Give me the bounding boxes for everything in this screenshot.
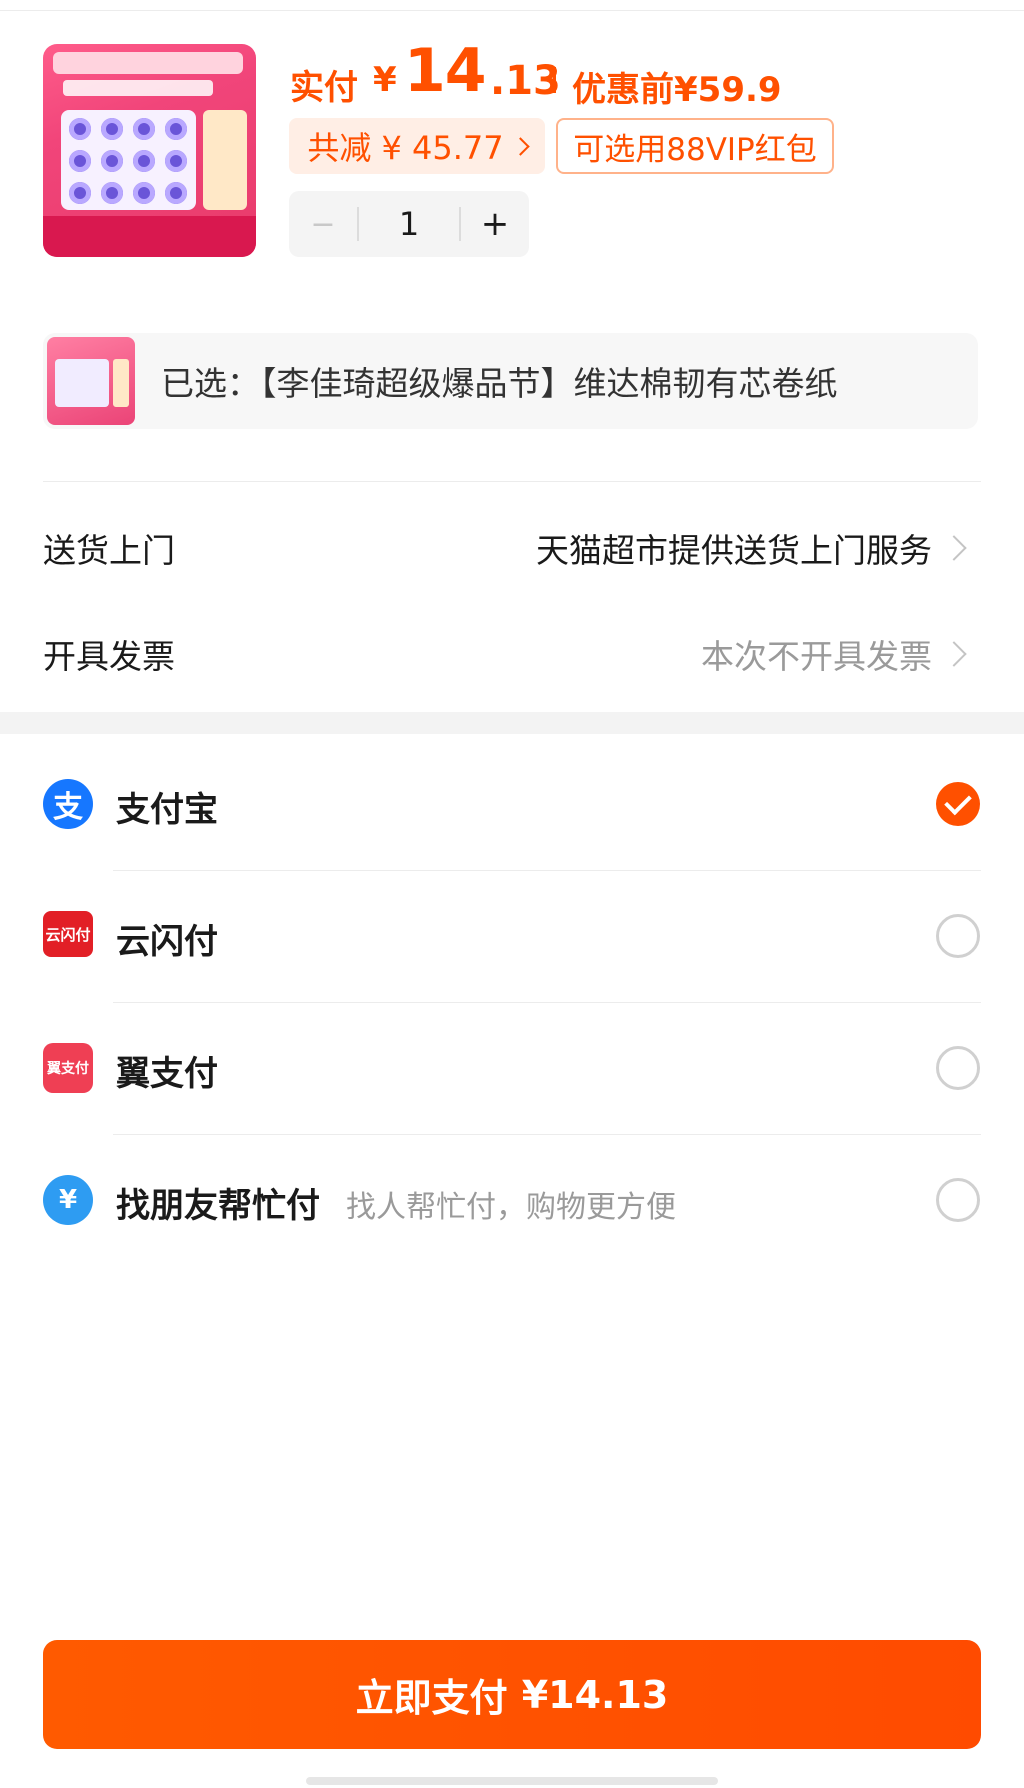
roll-icon (69, 118, 91, 140)
radio-unselected[interactable] (936, 914, 980, 958)
home-indicator (306, 1777, 718, 1785)
section-band (0, 712, 1024, 734)
thumbnail-side-panel (203, 110, 247, 210)
decrement-button[interactable]: − (289, 191, 357, 257)
payment-divider (113, 870, 981, 871)
chevron-right-icon (941, 641, 967, 667)
payment-name: 找朋友帮忙付 (116, 1186, 320, 1226)
payment-name: 支付宝 (116, 790, 218, 830)
delivery-value: 天猫超市提供送货上门服务 (536, 531, 932, 570)
roll-icon (133, 182, 155, 204)
roll-icon (165, 182, 187, 204)
payment-name: 翼支付 (116, 1054, 218, 1094)
selected-variant-text: 已选：【李佳琦超级爆品节】维达棉韧有芯卷纸 (161, 364, 838, 403)
roll-icon (165, 118, 187, 140)
delivery-row[interactable]: 送货上门 天猫超市提供送货上门服务 (0, 506, 1024, 588)
roll-icon (69, 150, 91, 172)
roll-icon (101, 118, 123, 140)
price-integer: 14 (404, 36, 486, 106)
invoice-row[interactable]: 开具发票 本次不开具发票 (0, 612, 1024, 694)
thumbnail-product-grid (61, 110, 196, 210)
increment-button[interactable]: + (461, 191, 529, 257)
payment-option-unionpay[interactable]: 云闪付 云闪付 (0, 890, 1024, 982)
price-label: 实付 (290, 68, 358, 108)
vip-text: 可选用88VIP红包 (573, 131, 817, 168)
discount-badge[interactable]: 共减 ¥ 45.77 (289, 118, 545, 174)
chevron-right-icon (941, 535, 967, 561)
quantity-stepper: − 1 + (289, 191, 529, 257)
selected-variant[interactable]: 已选：【李佳琦超级爆品节】维达棉韧有芯卷纸 (43, 333, 978, 429)
variant-thumbnail (47, 337, 135, 425)
vip-redpacket-button[interactable]: 可选用88VIP红包 (556, 118, 834, 174)
thumbnail-headline (63, 80, 213, 96)
payment-divider (113, 1002, 981, 1003)
unionpay-icon: 云闪付 (43, 911, 93, 957)
invoice-label: 开具发票 (43, 637, 175, 676)
variant-thumbnail-grid (55, 359, 109, 407)
variant-thumbnail-side (113, 359, 129, 407)
radio-unselected[interactable] (936, 1178, 980, 1222)
roll-icon (133, 118, 155, 140)
payment-option-friend-pay[interactable]: ¥ 找朋友帮忙付 找人帮忙付，购物更方便 (0, 1154, 1024, 1246)
product-thumbnail[interactable] (43, 44, 256, 257)
roll-icon (133, 150, 155, 172)
pay-button-label: 立即支付 (355, 1676, 508, 1720)
pay-button-amount: ¥14.13 (521, 1672, 669, 1717)
check-icon (944, 787, 972, 816)
quantity-value[interactable]: 1 (359, 191, 459, 257)
section-divider (43, 481, 981, 482)
invoice-value: 本次不开具发票 (701, 637, 932, 676)
thumbnail-banner (53, 52, 243, 74)
thumbnail-footer (43, 216, 256, 257)
price-decimal: .13 (490, 58, 561, 104)
friend-pay-icon: ¥ (43, 1175, 93, 1225)
payment-option-bestpay[interactable]: 翼支付 翼支付 (0, 1022, 1024, 1114)
discount-text: 共减 ¥ 45.77 (307, 129, 504, 167)
price-separator (553, 67, 556, 93)
roll-icon (101, 182, 123, 204)
payment-option-alipay[interactable]: 支 支付宝 (0, 758, 1024, 850)
payment-divider (113, 1134, 981, 1135)
radio-selected[interactable] (936, 782, 980, 826)
chevron-right-icon (510, 136, 530, 156)
radio-unselected[interactable] (936, 1046, 980, 1090)
roll-icon (165, 150, 187, 172)
bestpay-icon: 翼支付 (43, 1043, 93, 1093)
roll-icon (101, 150, 123, 172)
original-price: 优惠前¥59.9 (572, 70, 782, 110)
delivery-label: 送货上门 (43, 531, 175, 570)
top-divider (0, 10, 1024, 11)
pay-now-button[interactable]: 立即支付 ¥14.13 (43, 1640, 981, 1749)
roll-icon (69, 182, 91, 204)
payment-name: 云闪付 (116, 922, 218, 962)
price-currency: ¥ (373, 60, 397, 100)
alipay-icon: 支 (43, 779, 93, 829)
payment-subtitle: 找人帮忙付，购物更方便 (346, 1190, 676, 1225)
